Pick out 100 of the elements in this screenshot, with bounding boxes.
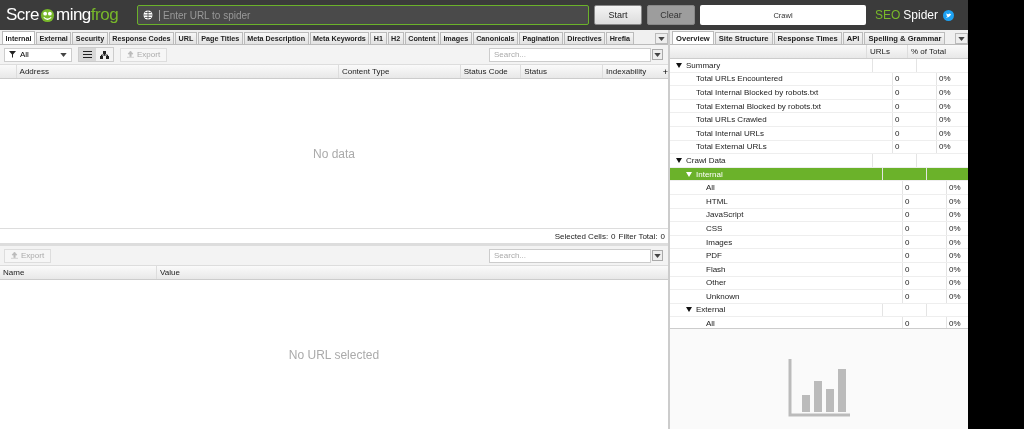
tree-row[interactable]: Total External Blocked by robots.txt 0 0% [670, 99, 968, 114]
url-count: 0 [895, 128, 900, 138]
list-icon [83, 51, 92, 58]
percent-value: 0% [949, 196, 961, 206]
list-view-button[interactable] [79, 48, 96, 61]
percent-value: 0% [939, 142, 951, 152]
tree-row[interactable]: Total Internal Blocked by robots.txt 0 0% [670, 86, 968, 100]
bird-icon[interactable] [943, 9, 955, 21]
percent-value: 0% [949, 291, 961, 301]
expanded-triangle-icon[interactable] [686, 307, 692, 313]
url-count: 0 [905, 264, 910, 274]
tree-row[interactable]: Unknown 0 0% [670, 290, 968, 304]
row-label: Total External URLs [696, 142, 767, 152]
percent-value: 0% [949, 251, 961, 261]
tree-row[interactable]: External [670, 303, 968, 318]
bar-chart-icon [788, 359, 850, 417]
tree-row[interactable]: Flash 0 0% [670, 262, 968, 277]
url-count: 0 [905, 210, 910, 220]
url-count: 0 [905, 183, 910, 193]
add-column-button[interactable]: + [656, 65, 668, 78]
row-label: Total External Blocked by robots.txt [696, 101, 821, 111]
row-label: All [706, 183, 715, 193]
tree-row[interactable]: Other 0 0% [670, 276, 968, 291]
empty-message: No URL selected [288, 347, 380, 362]
expanded-triangle-icon[interactable] [676, 62, 682, 68]
selected-cells-label: Selected Cells: [554, 231, 609, 241]
tree-row[interactable]: CSS 0 0% [670, 222, 968, 236]
search-field[interactable]: Search... [489, 248, 651, 263]
tree-row[interactable]: HTML 0 0% [670, 194, 968, 209]
row-label: Total Internal Blocked by robots.txt [696, 88, 819, 97]
tree-row[interactable]: Total URLs Crawled 0 0% [670, 113, 968, 127]
url-count: 0 [905, 319, 910, 328]
filter-icon [9, 51, 16, 58]
row-label: Images [706, 237, 733, 247]
row-label: JavaScript [706, 210, 744, 220]
upload-icon [127, 51, 134, 58]
filter-total-count: 0 [660, 231, 665, 241]
url-count: 0 [895, 88, 900, 97]
url-count: 0 [895, 115, 900, 125]
url-count: 0 [905, 278, 910, 288]
percent-value: 0% [949, 264, 961, 274]
row-label: Other [706, 278, 726, 288]
percent-value: 0% [949, 210, 961, 220]
row-label: Summary [686, 60, 721, 70]
url-field[interactable]: Enter URL to spider [159, 9, 563, 21]
percent-value: 0% [939, 115, 951, 125]
tree-row[interactable]: All 0 0% [670, 181, 968, 195]
upload-icon [11, 252, 18, 259]
url-count: 0 [895, 101, 900, 111]
row-label: All [706, 319, 715, 328]
tree-row[interactable]: PDF 0 0% [670, 249, 968, 263]
tree-row[interactable]: Crawl Data [670, 154, 968, 168]
row-label: Total URLs Crawled [696, 115, 767, 125]
selected-cells-count: 0 [611, 231, 616, 241]
url-count: 0 [895, 74, 900, 84]
percent-value: 0% [949, 223, 961, 233]
start-button[interactable]: Start [594, 5, 642, 25]
tree-row[interactable]: JavaScript 0 0% [670, 208, 968, 223]
column-header[interactable]: Value [160, 268, 180, 277]
search-field[interactable]: Search... [489, 47, 651, 62]
column-header[interactable]: Content Type [341, 67, 390, 76]
column-header[interactable]: Name [3, 268, 25, 277]
percent-value: 0% [949, 237, 961, 247]
globe-icon [143, 10, 153, 20]
expanded-triangle-icon[interactable] [676, 157, 682, 163]
tree-row[interactable]: Total External URLs 0 0% [670, 140, 968, 155]
row-label: CSS [706, 223, 723, 233]
tree-row[interactable]: Total URLs Encountered 0 0% [670, 72, 968, 87]
percent-value: 0% [939, 88, 951, 97]
row-label: HTML [706, 196, 728, 206]
brand-title: SEO Spider [875, 8, 939, 22]
column-header[interactable]: Status Code [463, 67, 508, 76]
column-header[interactable]: % of Total [911, 47, 946, 56]
column-header[interactable]: URLs [870, 47, 890, 56]
tree-row[interactable]: Total Internal URLs 0 0% [670, 126, 968, 141]
row-label: Total Internal URLs [696, 128, 765, 138]
percent-value: 0% [949, 183, 961, 193]
hierarchy-icon [100, 50, 109, 59]
row-label: Flash [706, 264, 726, 274]
clear-button[interactable]: Clear [647, 5, 695, 25]
dropdown-caret-icon[interactable] [60, 52, 67, 57]
percent-value: 0% [939, 74, 951, 84]
row-label: Crawl Data [686, 155, 726, 165]
percent-value: 0% [939, 128, 951, 138]
row-label: Total URLs Encountered [696, 74, 783, 84]
column-header[interactable]: Indexability [606, 67, 647, 76]
url-bar[interactable]: Enter URL to spider [137, 5, 589, 25]
row-label: External [696, 305, 726, 315]
tree-row[interactable]: Images 0 0% [670, 235, 968, 250]
empty-message: No data [313, 146, 355, 161]
url-count: 0 [905, 251, 910, 261]
row-label: PDF [706, 251, 722, 261]
url-count: 0 [895, 142, 900, 152]
logo: Scre mingfrog [6, 5, 120, 25]
column-header[interactable]: Status [524, 67, 547, 76]
row-label: Internal [696, 169, 723, 179]
url-count: 0 [905, 237, 910, 247]
tree-row[interactable]: Summary [670, 59, 968, 73]
filter-dropdown[interactable]: All [4, 47, 72, 62]
column-header[interactable]: Address [19, 67, 49, 76]
